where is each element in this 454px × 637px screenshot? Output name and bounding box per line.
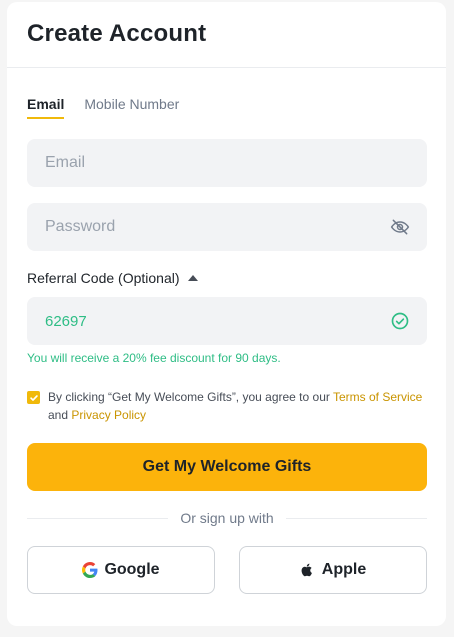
email-input[interactable] bbox=[43, 153, 411, 173]
divider-text: Or sign up with bbox=[180, 510, 274, 526]
google-signup-button[interactable]: Google bbox=[27, 546, 215, 594]
get-welcome-gifts-button[interactable]: Get My Welcome Gifts bbox=[27, 443, 427, 491]
referral-code-toggle[interactable]: Referral Code (Optional) bbox=[27, 270, 198, 286]
divider-line-right bbox=[285, 517, 427, 519]
agreement-mid: and bbox=[48, 408, 72, 422]
page-title: Create Account bbox=[27, 20, 207, 47]
referral-code-label: Referral Code (Optional) bbox=[27, 270, 180, 286]
divider-line-left bbox=[27, 517, 169, 519]
password-input[interactable] bbox=[43, 217, 389, 237]
apple-signup-button[interactable]: Apple bbox=[239, 546, 427, 594]
google-icon bbox=[82, 562, 98, 578]
card-header: Create Account bbox=[7, 2, 446, 68]
create-account-card: Create Account Email Mobile Number Refer… bbox=[7, 2, 446, 626]
google-label: Google bbox=[104, 561, 160, 578]
referral-discount-note: You will receive a 20% fee discount for … bbox=[27, 351, 281, 365]
terms-of-service-link[interactable]: Terms of Service bbox=[333, 390, 422, 404]
tab-mobile-number[interactable]: Mobile Number bbox=[84, 96, 179, 119]
check-circle-icon bbox=[389, 310, 411, 332]
or-sign-up-divider: Or sign up with bbox=[27, 510, 427, 526]
agreement-prefix: By clicking “Get My Welcome Gifts”, you … bbox=[48, 390, 333, 404]
eye-off-icon[interactable] bbox=[389, 216, 411, 238]
referral-code-field[interactable] bbox=[27, 297, 427, 345]
email-field[interactable] bbox=[27, 139, 427, 187]
apple-label: Apple bbox=[321, 561, 367, 578]
tab-email[interactable]: Email bbox=[27, 96, 65, 119]
signup-method-tabs: Email Mobile Number bbox=[27, 96, 179, 119]
terms-agreement: By clicking “Get My Welcome Gifts”, you … bbox=[27, 388, 427, 424]
referral-code-input[interactable] bbox=[43, 311, 389, 331]
password-field[interactable] bbox=[27, 203, 427, 251]
apple-icon bbox=[300, 562, 316, 578]
privacy-policy-link[interactable]: Privacy Policy bbox=[71, 408, 146, 422]
caret-up-icon bbox=[187, 275, 198, 281]
agreement-text: By clicking “Get My Welcome Gifts”, you … bbox=[48, 388, 427, 424]
agree-checkbox[interactable] bbox=[27, 391, 40, 404]
